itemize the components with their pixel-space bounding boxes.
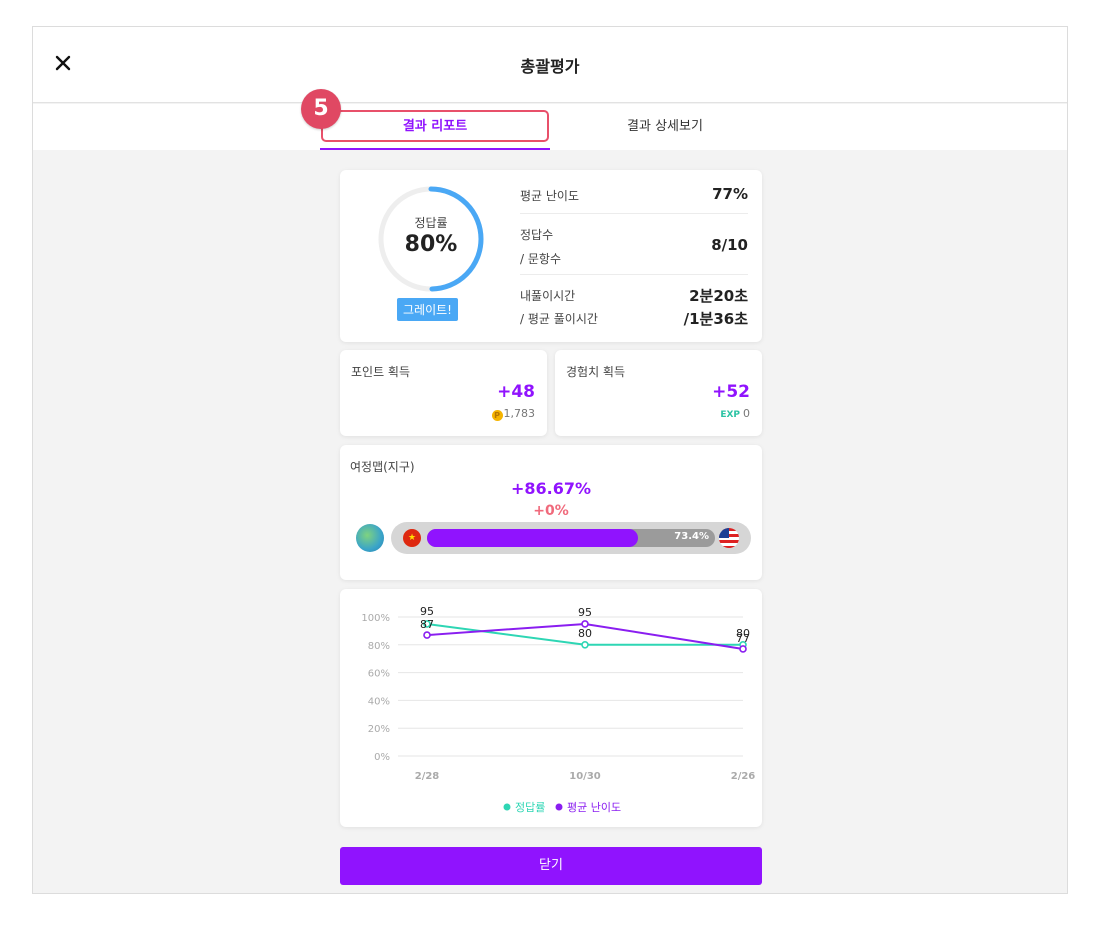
my-time-value: 2분20초 bbox=[689, 287, 748, 305]
line-chart: 100%80%60%40%20%0%2/28 10/30 2/269580 80879… bbox=[361, 605, 756, 814]
callout-number: 5 bbox=[301, 89, 341, 129]
stat-row-difficulty: 평균 난이도 77% bbox=[520, 170, 748, 214]
x-tick-label: 2/26 bbox=[731, 771, 756, 782]
points-value: +48 bbox=[497, 382, 535, 402]
points-label: 포인트 획득 bbox=[351, 365, 411, 379]
close-bottom-button[interactable]: 닫기 bbox=[340, 847, 762, 885]
data-point bbox=[423, 631, 431, 639]
china-flag-icon: ★ bbox=[403, 529, 421, 547]
journey-sub-value: +0% bbox=[533, 503, 569, 519]
page-title: 총괄평가 bbox=[520, 57, 580, 76]
points-card: 포인트 획득 +48 P 1,783 bbox=[340, 350, 547, 436]
legend-marker bbox=[503, 803, 511, 811]
chart-card: 100% 80% 60% 40% 20% 0% 2/28 10/30 2/26 95 80 80 87 9… bbox=[340, 589, 762, 827]
y-tick-label: 0% bbox=[374, 752, 390, 763]
journey-progress-label: 73.4% bbox=[674, 531, 709, 542]
exp-value: +52 bbox=[712, 382, 750, 402]
accuracy-ring: 정답률 80% bbox=[376, 184, 486, 294]
my-time-label: 내풀이시간 bbox=[520, 289, 576, 303]
y-tick-label: 40% bbox=[368, 696, 390, 707]
points-total: P 1,783 bbox=[491, 407, 536, 421]
modal-header: 총괄평가 bbox=[33, 27, 1067, 103]
tab-bar: 결과 리포트 결과 상세보기 bbox=[33, 104, 1067, 150]
questions-label: / 문항수 bbox=[520, 252, 561, 266]
journey-progress-track: ★ 73.4% bbox=[391, 522, 751, 554]
avg-time-value: /1분36초 bbox=[683, 310, 748, 328]
y-tick-label: 20% bbox=[368, 724, 390, 735]
correct-value: 8/10 bbox=[711, 236, 748, 254]
data-label: 87 bbox=[420, 618, 434, 631]
tab-result-detail[interactable]: 결과 상세보기 bbox=[550, 104, 780, 150]
accuracy-label: 정답률 bbox=[414, 216, 448, 230]
x-tick-label: 10/30 bbox=[569, 771, 601, 782]
data-label: 95 bbox=[578, 606, 592, 619]
point-coin-icon: P bbox=[491, 410, 503, 421]
legend-marker bbox=[555, 803, 563, 811]
data-point bbox=[581, 640, 589, 649]
stat-row-time: 내풀이시간 / 평균 풀이시간 2분20초 /1분36초 bbox=[520, 275, 748, 337]
exp-card: 경험치 획득 +52 EXP 0 bbox=[555, 350, 762, 436]
usa-flag-icon bbox=[719, 528, 739, 548]
y-tick-label: 60% bbox=[368, 669, 390, 680]
avg-difficulty-label: 평균 난이도 bbox=[520, 189, 580, 203]
stat-row-correct: 정답수 / 문항수 8/10 bbox=[520, 214, 748, 275]
y-tick-label: 80% bbox=[368, 641, 390, 652]
journey-main-value: +86.67% bbox=[510, 479, 592, 498]
exp-total-value: 0 bbox=[743, 407, 750, 420]
data-point bbox=[739, 645, 747, 653]
avg-time-label: / 평균 풀이시간 bbox=[520, 312, 598, 326]
stats-list: 평균 난이도 77% 정답수 / 문항수 8/10 내풀이시간 / 평균 풀이시… bbox=[520, 170, 748, 337]
grade-badge: 그레이트! bbox=[397, 298, 458, 321]
points-total-value: 1,783 bbox=[503, 407, 536, 420]
accuracy-value: 80% bbox=[404, 232, 458, 257]
journey-card: 여정맵(지구) +86.67% +0% ★ 73.4% bbox=[340, 445, 762, 580]
data-label: 95 bbox=[420, 605, 434, 618]
globe-icon bbox=[356, 524, 384, 552]
exp-icon: EXP bbox=[720, 410, 740, 420]
exp-label: 경험치 획득 bbox=[566, 365, 626, 379]
data-label: 80 bbox=[578, 627, 592, 640]
x-tick-label: 2/28 bbox=[415, 771, 440, 782]
legend-label: 정답률 bbox=[515, 801, 545, 814]
modal: 총괄평가 결과 리포트 결과 상세보기 5 정답률 80% 그레이트! 평균 난… bbox=[32, 26, 1068, 894]
journey-progress-fill bbox=[427, 529, 639, 547]
exp-total: EXP 0 bbox=[720, 407, 750, 420]
legend-label: 평균 난이도 bbox=[567, 801, 621, 814]
journey-progress-bar: 73.4% bbox=[427, 529, 715, 547]
summary-card: 정답률 80% 그레이트! 평균 난이도 77% 정답수 / 문항수 8/10 … bbox=[340, 170, 762, 342]
correct-label: 정답수 bbox=[520, 228, 554, 242]
avg-difficulty-value: 77% bbox=[712, 185, 748, 203]
journey-label: 여정맵(지구) bbox=[350, 460, 415, 474]
data-label: 77 bbox=[736, 632, 750, 645]
tab-result-report[interactable]: 결과 리포트 bbox=[320, 104, 550, 150]
y-tick-label: 100% bbox=[361, 613, 390, 624]
